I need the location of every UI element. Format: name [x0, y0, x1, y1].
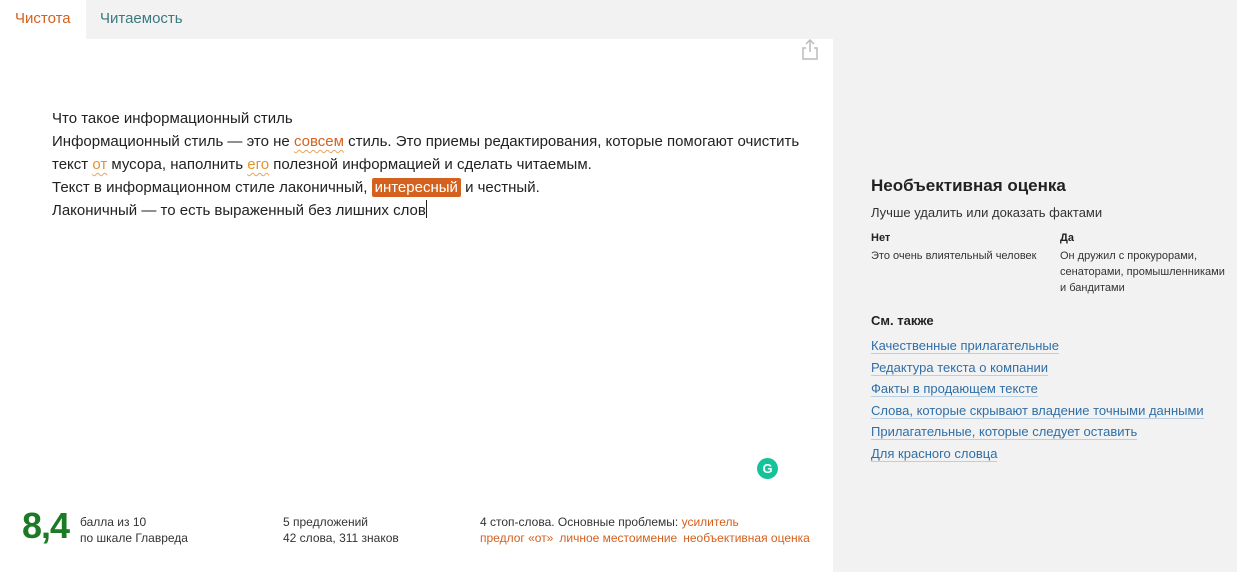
sentence-count: 5 предложений: [283, 515, 369, 529]
text-fragment: текст: [52, 156, 93, 173]
text-fragment: Информационный стиль — это не: [52, 133, 294, 150]
tab-readability[interactable]: Читаемость: [85, 0, 198, 39]
text-fragment: полезной информацией и сделать читаемым.: [269, 156, 592, 173]
text-fragment: Текст в информационном стиле лаконичный,: [52, 179, 372, 196]
problem-link-pronoun[interactable]: личное местоимение: [559, 531, 677, 545]
see-also-link[interactable]: Факты в продающем тексте: [871, 378, 1204, 400]
text-line: Лаконичный — то есть выраженный без лишн…: [52, 199, 812, 222]
problems-summary: 4 стоп-слова. Основные проблемы: усилите…: [480, 514, 810, 546]
text-fragment: стиль. Это приемы редактирования, которы…: [343, 133, 800, 150]
text-fragment: и честный.: [460, 179, 540, 196]
see-also-link[interactable]: Качественные прилагательные: [871, 335, 1204, 357]
highlight-pronoun[interactable]: его: [247, 156, 269, 173]
panel-subtitle: Лучше удалить или доказать фактами: [871, 205, 1103, 220]
text-line: Текст в информационном стиле лаконичный,…: [52, 176, 812, 199]
see-also-link[interactable]: Для красного словца: [871, 443, 1204, 465]
yes-example-line: сенаторами, промышленниками: [1060, 266, 1225, 278]
problem-link-evaluation[interactable]: необъективная оценка: [683, 531, 810, 545]
highlight-intensifier[interactable]: совсем: [294, 133, 344, 150]
highlight-preposition[interactable]: от: [92, 156, 107, 173]
see-also-link[interactable]: Слова, которые скрывают владение точными…: [871, 400, 1204, 422]
see-also-links: Качественные прилагательные Редактура те…: [871, 335, 1204, 465]
problem-link-preposition[interactable]: предлог «от»: [480, 531, 553, 545]
score-value: 8,4: [22, 505, 70, 546]
text-stats: 5 предложений 42 слова, 311 знаков: [283, 514, 399, 546]
score-label-line: балла из 10: [80, 515, 147, 529]
highlight-selected-evaluation[interactable]: интересный: [371, 178, 461, 197]
text-line: Информационный стиль — это не совсем сти…: [52, 130, 812, 153]
score-label: балла из 10 по шкале Главреда: [80, 514, 188, 546]
editor-text[interactable]: Что такое информационный стиль Информаци…: [52, 107, 812, 222]
text-caret: [425, 200, 427, 218]
score-label-line: по шкале Главреда: [80, 531, 188, 545]
text-fragment: Лаконичный — то есть выраженный без лишн…: [52, 202, 426, 219]
share-icon[interactable]: [800, 39, 820, 61]
see-also-link[interactable]: Прилагательные, которые следует оставить: [871, 421, 1204, 443]
see-also-link[interactable]: Редактура текста о компании: [871, 357, 1204, 379]
panel-title: Необъективная оценка: [871, 176, 1066, 195]
problems-prefix: 4 стоп-слова. Основные проблемы:: [480, 515, 682, 529]
see-also-heading: См. также: [871, 313, 934, 328]
no-label: Нет: [871, 232, 891, 244]
tab-bar: Чистота Читаемость: [0, 0, 833, 39]
text-fragment: мусора, наполнить: [107, 156, 248, 173]
yes-example-line: и бандитами: [1060, 282, 1125, 294]
problem-link-intensifier[interactable]: усилитель: [682, 515, 739, 529]
text-editor[interactable]: Что такое информационный стиль Информаци…: [0, 39, 833, 572]
grammarly-icon[interactable]: G: [757, 458, 778, 479]
text-line: Что такое информационный стиль: [52, 110, 293, 127]
word-char-count: 42 слова, 311 знаков: [283, 531, 399, 545]
tab-purity[interactable]: Чистота: [0, 0, 86, 39]
yes-label: Да: [1060, 232, 1074, 244]
no-example: Это очень влиятельный человек: [871, 250, 1037, 262]
text-line: текст от мусора, наполнить его полезной …: [52, 153, 812, 176]
yes-example: Он дружил с прокурорами, сенаторами, про…: [1060, 248, 1235, 296]
yes-example-line: Он дружил с прокурорами,: [1060, 250, 1197, 262]
